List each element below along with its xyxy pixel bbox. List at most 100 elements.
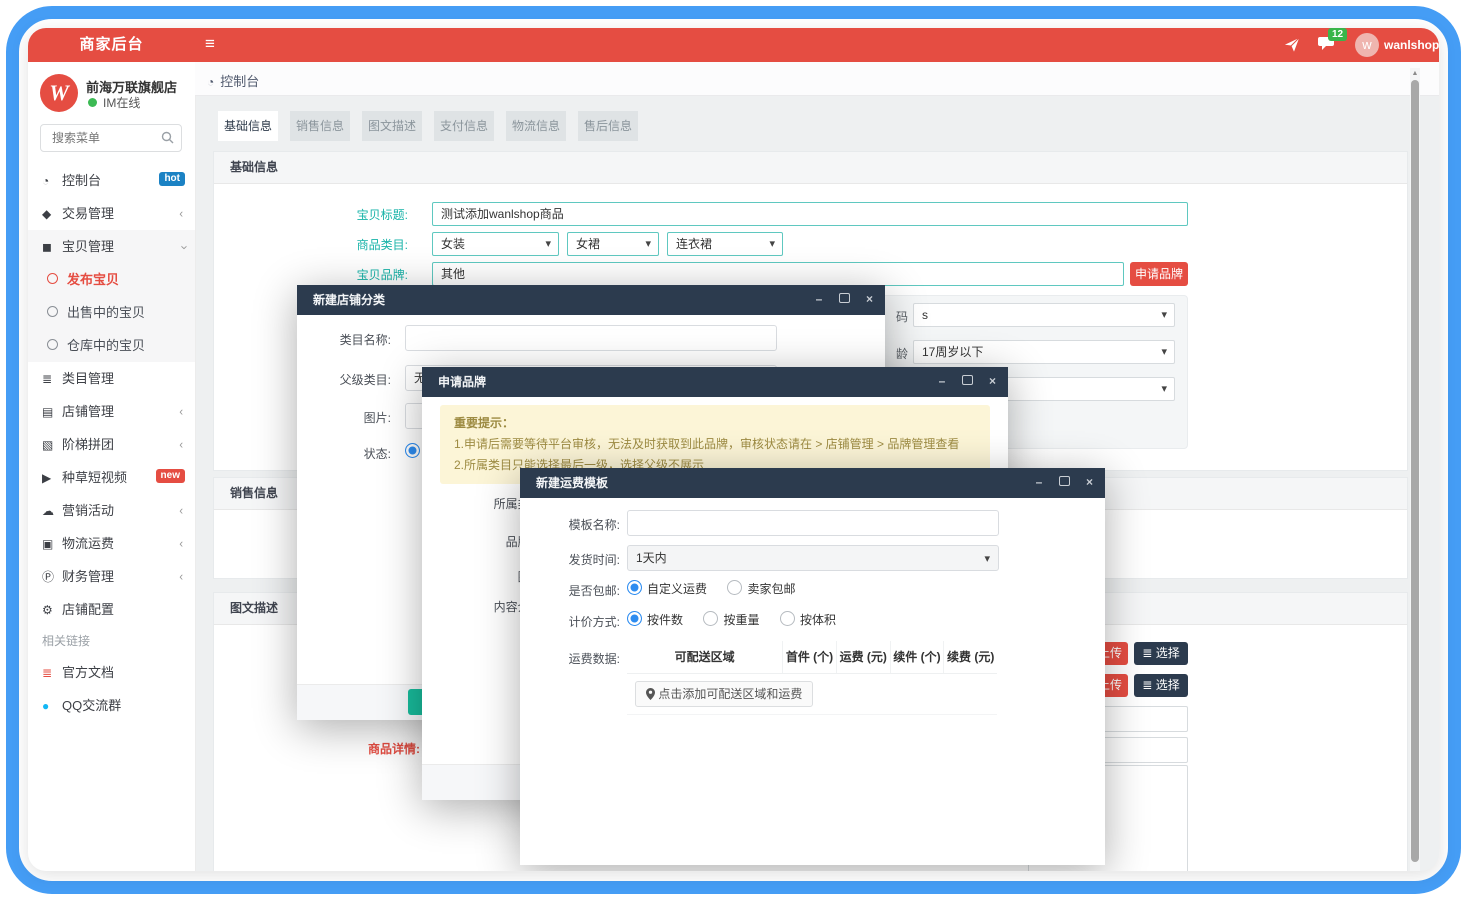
shop-icon: ▤ — [42, 396, 62, 429]
sidebar-item-label: 营销活动 — [62, 503, 114, 518]
location-pin-icon — [646, 688, 655, 700]
template-name-input[interactable] — [627, 510, 999, 536]
close-icon[interactable]: × — [989, 374, 996, 388]
circle-icon — [47, 273, 58, 284]
modal-title-bar[interactable]: 申请品牌 – × — [422, 367, 1008, 397]
breadcrumb[interactable]: ◔控制台 — [207, 71, 259, 90]
image-label: 图片: — [311, 409, 391, 426]
sidebar-item-label: 物流运费 — [62, 536, 114, 551]
sidebar-item-dashboard[interactable]: ◔控制台hot — [28, 164, 195, 197]
goods-brand-input[interactable]: 其他 — [432, 262, 1124, 286]
scrollbar-thumb[interactable] — [1411, 80, 1419, 862]
close-icon[interactable]: × — [1086, 475, 1093, 489]
sidebar-item-shop[interactable]: ▤店铺管理‹ — [28, 395, 195, 428]
marketing-icon: ☁ — [42, 495, 62, 528]
choose-button-1[interactable]: ≣ 选择 — [1134, 642, 1188, 665]
sidebar-item-label: 控制台 — [62, 173, 101, 188]
radio-custom-freight[interactable] — [627, 580, 642, 595]
minimize-icon[interactable]: – — [816, 292, 823, 306]
radio-by-piece[interactable] — [627, 611, 642, 626]
notice-head: 重要提示： — [454, 413, 976, 434]
choose-button-2[interactable]: ≣ 选择 — [1134, 674, 1188, 697]
scrollbar[interactable]: ▲ — [1410, 68, 1420, 871]
goods-title-input[interactable]: 测试添加wanlshop商品 — [432, 202, 1188, 226]
sidebar-item-trade[interactable]: ◆交易管理‹ — [28, 197, 195, 230]
tab-0[interactable]: 基础信息 — [218, 111, 278, 141]
sidebar-link-docs[interactable]: ≣官方文档 — [28, 656, 195, 689]
groupbuy-icon: ▧ — [42, 429, 62, 462]
maximize-icon[interactable] — [1059, 476, 1070, 486]
search-input[interactable] — [50, 130, 159, 146]
menu-icon[interactable]: ≡ — [205, 28, 215, 62]
dashboard-icon: ◔ — [207, 75, 214, 89]
ship-time-select[interactable]: 1天内 — [627, 545, 999, 571]
sidebar-subitem-selling-goods[interactable]: 出售中的宝贝 — [28, 296, 195, 329]
goods-icon: ◼ — [42, 231, 62, 264]
sidebar-item-category[interactable]: ≣类目管理 — [28, 362, 195, 395]
sidebar-item-label: 店铺管理 — [62, 404, 114, 419]
modal-title-bar[interactable]: 新建店铺分类 – × — [297, 285, 885, 315]
window-controls: – × — [1023, 468, 1093, 498]
sidebar-link-qq-group[interactable]: ●QQ交流群 — [28, 689, 195, 722]
sidebar-item-logistics[interactable]: ▣物流运费‹ — [28, 527, 195, 560]
circle-icon — [47, 306, 58, 317]
chevron-left-icon: ‹ — [179, 430, 183, 460]
apply-brand-button[interactable]: 申请品牌 — [1130, 262, 1188, 286]
parent-category-label: 父级类目: — [311, 371, 391, 388]
add-area-button[interactable]: 点击添加可配送区域和运费 — [635, 681, 813, 707]
username[interactable]: wanlshop — [1384, 38, 1439, 52]
maximize-icon[interactable] — [839, 293, 850, 303]
category-select-2[interactable]: 女裙 — [567, 232, 659, 256]
freight-table-row: 点击添加可配送区域和运费 — [627, 674, 997, 715]
sidebar-item-finance[interactable]: Ⓟ财务管理‹ — [28, 560, 195, 593]
tab-4[interactable]: 物流信息 — [506, 111, 566, 141]
paper-plane-icon[interactable] — [1282, 35, 1302, 60]
sidebar-subitem-publish-goods[interactable]: 发布宝贝 — [28, 263, 195, 296]
tab-1[interactable]: 销售信息 — [290, 111, 350, 141]
search-icon — [161, 131, 174, 144]
category-select-1[interactable]: 女装 — [432, 232, 559, 256]
age-select[interactable]: 17周岁以下 — [913, 340, 1175, 364]
sidebar-item-marketing[interactable]: ☁营销活动‹ — [28, 494, 195, 527]
sidebar-section-label: 相关链接 — [28, 626, 195, 656]
radio-by-volume[interactable] — [780, 611, 795, 626]
size-select[interactable]: s — [913, 303, 1175, 327]
tab-2[interactable]: 图文描述 — [362, 111, 422, 141]
tab-3[interactable]: 支付信息 — [434, 111, 494, 141]
status-radio[interactable] — [405, 443, 420, 458]
freight-col-header: 运费 (元) — [837, 641, 891, 673]
radio-seller-free[interactable] — [727, 580, 742, 595]
minimize-icon[interactable]: – — [939, 374, 946, 388]
shop-logo: W — [40, 74, 78, 112]
menu-search[interactable] — [40, 124, 182, 152]
scroll-up-arrow[interactable]: ▲ — [1410, 68, 1420, 79]
page: 商家后台 ≡ 12 w wanlshop W 前海万联旗舰店 IM在线 ◔控制台… — [0, 0, 1467, 900]
form-tabs: 基础信息销售信息图文描述支付信息物流信息售后信息 — [218, 111, 638, 141]
avatar[interactable]: w — [1355, 33, 1379, 57]
radio-by-weight[interactable] — [703, 611, 718, 626]
freight-table-header: 可配送区域首件 (个)运费 (元)续件 (个)续费 (元) — [627, 641, 997, 674]
new-badge: new — [156, 469, 185, 483]
sidebar-item-goods[interactable]: ◼宝贝管理‹ — [28, 230, 195, 263]
minimize-icon[interactable]: – — [1036, 475, 1043, 489]
maximize-icon[interactable] — [962, 375, 973, 385]
sidebar-item-label: 交易管理 — [62, 206, 114, 221]
modal-title-bar[interactable]: 新建运费模板 – × — [520, 468, 1105, 498]
list-icon: ≣ — [1142, 678, 1152, 692]
category-select-3[interactable]: 连衣裙 — [667, 232, 783, 256]
sidebar-item-settings[interactable]: ⚙店铺配置 — [28, 593, 195, 626]
sidebar-subitem-stock-goods[interactable]: 仓库中的宝贝 — [28, 329, 195, 362]
tab-5[interactable]: 售后信息 — [578, 111, 638, 141]
logistics-icon: ▣ — [42, 528, 62, 561]
sidebar-item-label: 店铺配置 — [62, 602, 114, 617]
status-label: 状态: — [311, 445, 391, 462]
sidebar-group-goods: ◼宝贝管理‹发布宝贝出售中的宝贝仓库中的宝贝 — [28, 230, 195, 362]
category-name-label: 类目名称: — [311, 331, 391, 348]
category-name-input[interactable] — [405, 325, 777, 351]
sidebar-item-video[interactable]: ▶种草短视频new — [28, 461, 195, 494]
app-window: 商家后台 ≡ 12 w wanlshop W 前海万联旗舰店 IM在线 ◔控制台… — [28, 28, 1439, 871]
chat-icon[interactable]: 12 — [1318, 35, 1338, 58]
top-bar: 商家后台 ≡ 12 w wanlshop — [28, 28, 1439, 62]
close-icon[interactable]: × — [866, 292, 873, 306]
sidebar-item-groupbuy[interactable]: ▧阶梯拼团‹ — [28, 428, 195, 461]
